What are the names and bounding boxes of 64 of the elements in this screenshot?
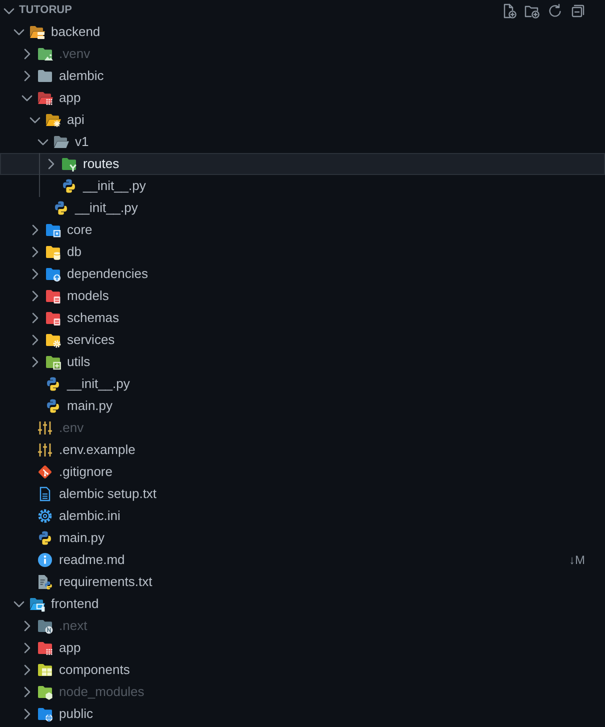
collapse-all-icon xyxy=(570,2,586,18)
folder-item[interactable]: app xyxy=(0,87,605,109)
open-server-folder-icon xyxy=(29,24,45,40)
folder-item[interactable]: public xyxy=(0,703,605,725)
folder-item[interactable]: services xyxy=(0,329,605,351)
grid-folder-icon xyxy=(37,640,53,656)
file-item[interactable]: .env.example xyxy=(0,439,605,461)
folder-item[interactable]: dependencies xyxy=(0,263,605,285)
python-icon xyxy=(45,376,61,392)
file-item[interactable]: alembic.ini xyxy=(0,505,605,527)
folder-item[interactable]: app xyxy=(0,637,605,659)
file-item[interactable]: readme.md ↓M xyxy=(0,549,605,571)
folder-item[interactable]: backend xyxy=(0,21,605,43)
folder-item[interactable]: api xyxy=(0,109,605,131)
info-icon xyxy=(37,552,53,568)
hexagon-folder-icon xyxy=(37,684,53,700)
folder-item[interactable]: core xyxy=(0,219,605,241)
git-status-label: ↓M xyxy=(569,552,586,569)
sliders-icon xyxy=(37,442,53,458)
new-file-icon xyxy=(501,2,517,18)
n-badge-folder-icon xyxy=(37,618,53,634)
open-grid-folder-icon xyxy=(37,90,53,106)
python-icon xyxy=(45,398,61,414)
file-item[interactable]: .gitignore xyxy=(0,461,605,483)
folder-item[interactable]: frontend xyxy=(0,593,605,615)
file-item[interactable]: __init__.py xyxy=(0,197,605,219)
folder-item[interactable]: models xyxy=(0,285,605,307)
python-icon xyxy=(53,200,69,216)
open-devices-folder-icon xyxy=(29,596,45,612)
gear-folder-icon xyxy=(45,332,61,348)
mountain-folder-icon xyxy=(37,46,53,62)
folder-item[interactable]: db xyxy=(0,241,605,263)
file-item[interactable]: requirements.txt xyxy=(0,571,605,593)
gear-icon xyxy=(37,508,53,524)
folder-icon xyxy=(37,68,53,84)
folder-item[interactable]: routes xyxy=(0,153,605,175)
folder-item[interactable]: components xyxy=(0,659,605,681)
folder-item[interactable]: schemas xyxy=(0,307,605,329)
folder-item[interactable]: alembic xyxy=(0,65,605,87)
section-title[interactable]: TUTORUP xyxy=(19,5,72,16)
globe-folder-icon xyxy=(37,706,53,722)
file-item[interactable]: __init__.py xyxy=(0,175,605,197)
document-python-icon xyxy=(37,574,53,590)
file-item[interactable]: alembic setup.txt xyxy=(0,483,605,505)
database-folder-icon xyxy=(45,244,61,260)
open-folder-icon xyxy=(53,134,69,150)
file-item[interactable]: main.py xyxy=(0,527,605,549)
plus-folder-icon xyxy=(45,354,61,370)
list-folder-icon xyxy=(45,288,61,304)
fork-folder-icon xyxy=(61,156,77,172)
folder-item[interactable]: utils xyxy=(0,351,605,373)
document-icon xyxy=(37,486,53,502)
sliders-icon xyxy=(37,420,53,436)
folder-item[interactable]: v1 xyxy=(0,131,605,153)
python-icon xyxy=(37,530,53,546)
file-item[interactable]: main.py xyxy=(0,395,605,417)
python-icon xyxy=(61,178,77,194)
refresh-icon xyxy=(547,2,563,18)
open-star-folder-icon xyxy=(45,112,61,128)
chip-folder-icon xyxy=(45,222,61,238)
list-folder-icon xyxy=(45,310,61,326)
squares-folder-icon xyxy=(37,662,53,678)
upload-folder-icon xyxy=(45,266,61,282)
file-item[interactable]: __init__.py xyxy=(0,373,605,395)
